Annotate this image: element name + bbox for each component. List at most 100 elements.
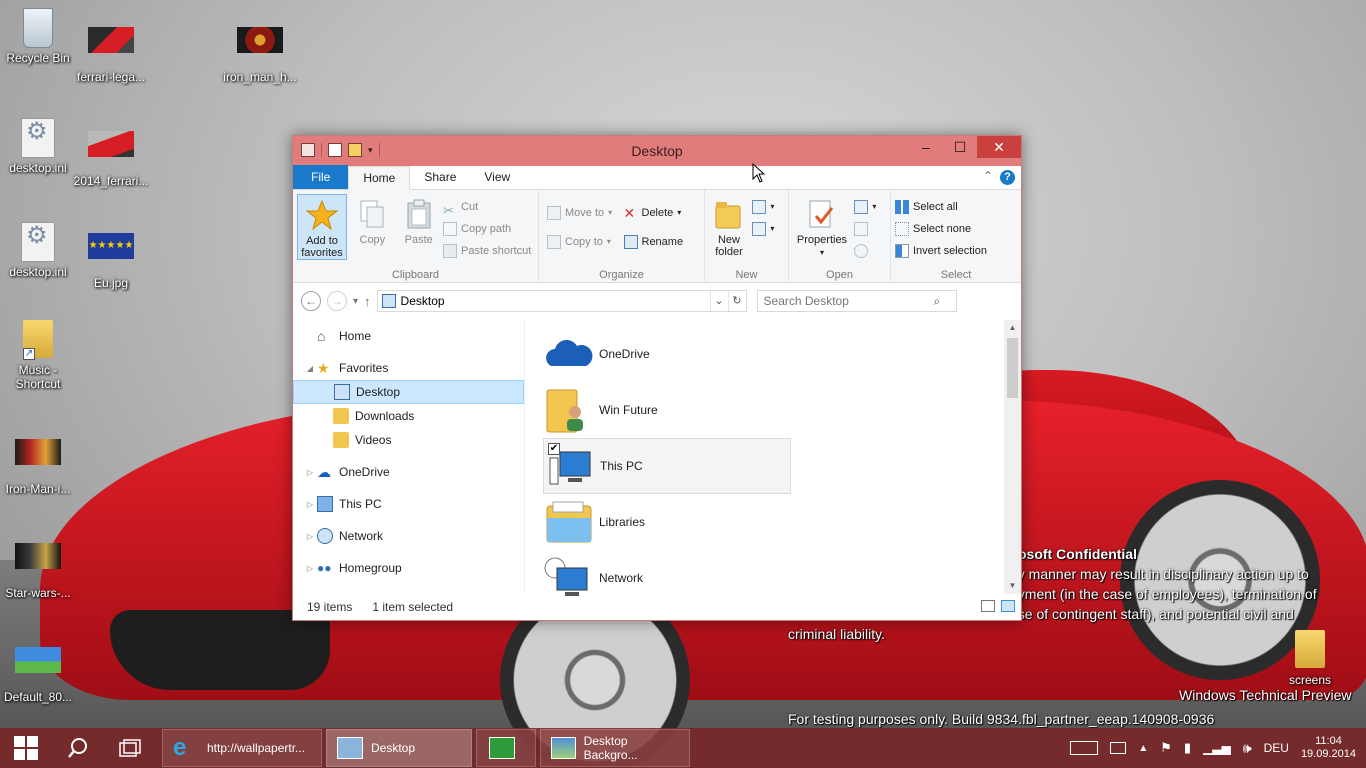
search-box[interactable]: ⌕	[756, 290, 957, 312]
search-icon[interactable]: ⌕	[934, 294, 941, 309]
vertical-scrollbar[interactable]: ▲ ▼	[1004, 320, 1021, 594]
desktop-icon-star-wars[interactable]: Star-wars-...	[0, 536, 76, 600]
nav-item-this-pc[interactable]: ▷ This PC	[293, 492, 524, 516]
tab-home[interactable]: Home	[348, 166, 411, 190]
flag-icon[interactable]: ⚑	[1160, 740, 1172, 756]
desktop-icon-default-80[interactable]: Default_80...	[0, 640, 76, 704]
large-icons-view-icon[interactable]	[1001, 600, 1015, 612]
file-item-win-future[interactable]: Win Future	[543, 382, 791, 438]
action-center-icon[interactable]	[1110, 742, 1127, 754]
desktop-icon-desktop-ini-2[interactable]: desktop.ini	[0, 222, 76, 279]
recent-locations-icon[interactable]: ▾	[353, 296, 358, 307]
nav-item-homegroup[interactable]: ▷ ●● Homegroup	[293, 556, 524, 580]
search-input[interactable]	[763, 294, 934, 308]
invert-selection-button[interactable]: Invert selection	[895, 240, 987, 262]
easy-access-button[interactable]: ▾	[752, 218, 774, 240]
cut-button[interactable]: ✂ Cut	[443, 196, 531, 218]
address-dropdown-icon[interactable]: ⌄	[709, 291, 728, 311]
new-item-button[interactable]: ▾	[752, 196, 774, 218]
properties-button[interactable]: Properties ▾	[793, 194, 851, 260]
folder-icon	[1287, 630, 1333, 670]
nav-item-network[interactable]: ▷ Network	[293, 524, 524, 548]
paste-shortcut-button[interactable]: Paste shortcut	[443, 240, 531, 262]
close-button[interactable]: ✕	[977, 136, 1021, 158]
select-none-button[interactable]: Select none	[895, 218, 987, 240]
collapse-ribbon-icon[interactable]: ⌃	[983, 169, 993, 183]
clock[interactable]: 11:04 19.09.2014	[1301, 735, 1356, 761]
select-all-button[interactable]: Select all	[895, 196, 987, 218]
desktop-icon-recycle-bin[interactable]: Recycle Bin	[0, 8, 76, 65]
taskbar-app-desktop-background[interactable]: Desktop Backgro...	[540, 729, 690, 767]
tab-share[interactable]: Share	[410, 166, 470, 189]
desktop-icon-ferrari-2014[interactable]: 2014_ferrari...	[73, 124, 149, 188]
up-arrow-icon[interactable]: ↑	[364, 294, 371, 309]
file-item-this-pc[interactable]: ✔ This PC	[543, 438, 791, 494]
paste-button[interactable]: Paste	[398, 194, 440, 260]
scroll-up-icon[interactable]: ▲	[1004, 320, 1021, 336]
file-item-libraries[interactable]: Libraries	[543, 494, 791, 550]
nav-item-downloads[interactable]: Downloads	[293, 404, 524, 428]
open-button[interactable]: ▾	[854, 196, 876, 218]
nav-item-home[interactable]: ⌂ Home	[293, 324, 524, 348]
scroll-down-icon[interactable]: ▼	[1004, 578, 1021, 594]
scroll-thumb[interactable]	[1007, 338, 1018, 398]
title-bar[interactable]: ▾ Desktop – ☐ ✕	[293, 136, 1021, 166]
collapsed-arrow-icon[interactable]: ▷	[303, 564, 317, 573]
nav-item-desktop[interactable]: Desktop	[293, 380, 524, 404]
delete-button[interactable]: ✕ Delete ▾	[624, 202, 684, 224]
desktop-icon-iron-man[interactable]: iron_man_h...	[222, 20, 298, 84]
item-checkbox[interactable]: ✔	[548, 443, 560, 455]
copy-button[interactable]: Copy	[350, 194, 394, 260]
nav-item-favorites[interactable]: ◢ ★ Favorites	[293, 356, 524, 380]
volume-icon[interactable]: 🕪	[1243, 740, 1252, 757]
tab-file[interactable]: File	[293, 165, 349, 189]
edit-button[interactable]	[854, 218, 876, 240]
help-icon[interactable]: ?	[1000, 170, 1015, 185]
touch-keyboard-icon[interactable]	[1070, 741, 1099, 755]
input-language[interactable]: DEU	[1264, 741, 1289, 755]
nav-item-onedrive[interactable]: ▷ ☁ OneDrive	[293, 460, 524, 484]
move-to-button[interactable]: Move to ▾	[547, 202, 612, 224]
forward-button[interactable]: →	[327, 291, 347, 311]
tab-view[interactable]: View	[470, 166, 524, 189]
image-thumbnail-icon	[88, 131, 134, 171]
taskbar-app-store[interactable]	[476, 729, 536, 767]
watermark-line-2: oyment (in the case of employees), termi…	[1010, 586, 1317, 602]
details-view-icon[interactable]	[981, 600, 995, 612]
taskbar-app-explorer[interactable]: Desktop	[326, 729, 472, 767]
show-hidden-icons-icon[interactable]: ▲	[1138, 743, 1148, 754]
taskbar-app-internet-explorer[interactable]: e http://wallpapertr...	[162, 729, 322, 767]
desktop-icon-iron-man-image[interactable]: Iron-Man-i...	[0, 432, 76, 496]
collapsed-arrow-icon[interactable]: ▷	[303, 500, 317, 509]
collapsed-arrow-icon[interactable]: ▷	[303, 468, 317, 477]
onedrive-cloud-icon	[543, 330, 593, 378]
add-to-favorites-button[interactable]: Add to favorites	[297, 194, 347, 260]
explorer-window[interactable]: ▾ Desktop – ☐ ✕ File Home Share View ⌃ ?…	[292, 135, 1022, 621]
task-view-button[interactable]	[104, 728, 156, 768]
new-folder-button[interactable]: New folder	[709, 194, 749, 260]
minimize-button[interactable]: –	[909, 136, 943, 158]
desktop-icon-ferrari-legacy[interactable]: ferrari-lega...	[73, 20, 149, 84]
copy-path-button[interactable]: Copy path	[443, 218, 531, 240]
address-field[interactable]: Desktop ⌄ ↻	[376, 290, 747, 312]
collapsed-arrow-icon[interactable]: ▷	[303, 532, 317, 541]
desktop-icon-screens[interactable]: screens	[1272, 630, 1348, 687]
expanded-arrow-icon[interactable]: ◢	[303, 364, 317, 373]
rename-button[interactable]: Rename	[623, 231, 683, 253]
search-button[interactable]	[52, 728, 104, 768]
history-button[interactable]	[854, 240, 876, 262]
image-thumbnail-icon	[15, 543, 61, 583]
refresh-icon[interactable]: ↻	[727, 291, 746, 311]
network-signal-icon[interactable]: ▁▃▅	[1203, 741, 1231, 755]
back-button[interactable]: ←	[301, 291, 321, 311]
paste-icon	[403, 198, 435, 230]
nav-item-videos[interactable]: Videos	[293, 428, 524, 452]
desktop-icon-desktop-ini-1[interactable]: desktop.ini	[0, 118, 76, 175]
power-icon[interactable]: ▮	[1184, 740, 1191, 756]
desktop-icon-eu-jpg[interactable]: ★★★★★ Eu.jpg	[73, 226, 149, 290]
file-item-onedrive[interactable]: OneDrive	[543, 326, 791, 382]
copy-to-button[interactable]: Copy to ▾	[547, 231, 612, 253]
maximize-button[interactable]: ☐	[943, 136, 977, 158]
start-button[interactable]	[0, 728, 52, 768]
desktop-icon-music-shortcut[interactable]: ↗ Music - Shortcut	[0, 320, 76, 391]
